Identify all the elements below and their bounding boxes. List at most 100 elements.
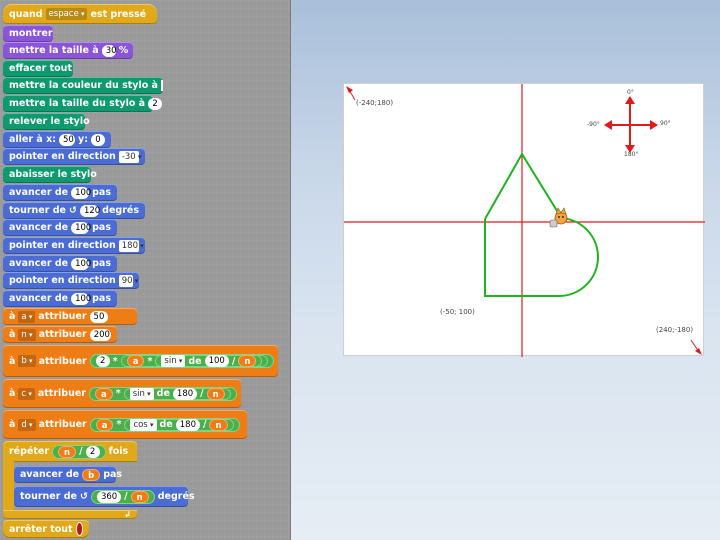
variable-dropdown[interactable]: n [18,328,36,341]
direction-input[interactable]: 90 [118,274,133,287]
number-input[interactable]: 180 [175,418,200,431]
set-pen-color-block[interactable]: mettre la couleur du stylo à [3,77,163,94]
divide-reporter[interactable]: 360 / n [90,489,155,504]
point-direction-block[interactable]: pointer en direction 90 [3,272,139,289]
move-steps-input[interactable]: 100 [71,186,91,199]
pen-color-swatch[interactable] [160,80,163,91]
pen-down-block[interactable]: abaisser le stylo [3,166,97,183]
divide-operator: / [200,388,204,399]
variable-reporter-n[interactable]: n [206,387,225,400]
variable-reporter-n[interactable]: n [238,355,257,367]
to-label: à [9,388,16,399]
stop-all-block[interactable]: arrêter tout [3,520,89,538]
steps-label: pas [92,258,111,269]
multiply-reporter[interactable]: a * sin de 180 / n [89,386,237,401]
repeat-label: répéter [9,446,50,457]
to-label: à [9,311,16,322]
turn-block[interactable]: tourner de ↺ 120 degrés [3,202,145,219]
number-input[interactable]: 180 [172,387,198,400]
x-input[interactable]: 50 [59,133,75,146]
move-block[interactable]: avancer de 100 pas [3,219,117,236]
compass-north-label: 0° [627,89,634,96]
size-input[interactable]: 30 [101,44,117,57]
pen-up-block[interactable]: relever le stylo [3,113,90,130]
sin-reporter[interactable]: sin de 180 / n [123,387,231,400]
repeat-block[interactable]: répéter n / 2 fois [3,441,137,462]
of-label: de [156,388,170,399]
turn-block[interactable]: tourner de ↺ 360 / n degrés [14,486,195,507]
show-block[interactable]: montrer [3,25,53,42]
when-key-pressed-hat[interactable]: quand espace est pressé [3,4,157,24]
pen-size-label: mettre la taille du stylo à [9,98,146,109]
variable-dropdown[interactable]: b [18,355,36,367]
variable-dropdown[interactable]: c [18,387,35,400]
pen-up-label: relever le stylo [9,116,90,127]
point-direction-block[interactable]: pointer en direction 180 [3,237,145,254]
assign-label: attribuer [38,329,87,340]
times-label: fois [108,446,129,457]
variable-reporter-n[interactable]: n [130,490,149,503]
divide-reporter[interactable]: n / 2 [52,444,106,459]
cat-sprite-icon[interactable] [549,207,568,228]
number-input[interactable]: 360 [96,490,122,503]
direction-input[interactable]: -30 [118,150,139,163]
move-steps-input[interactable]: 100 [71,257,91,270]
pen-size-input[interactable]: 2 [148,97,163,110]
y-label: y: [78,134,88,145]
move-block[interactable]: avancer de 100 pas [3,290,117,307]
move-block[interactable]: avancer de b pas [14,466,122,483]
set-variable-block[interactable]: à c attribuer a * sin de 180 / n [3,379,241,408]
variable-reporter-b[interactable]: b [82,468,101,481]
value-input[interactable]: 50 [89,310,109,323]
variable-dropdown[interactable]: d [18,418,36,431]
value-input[interactable]: 200 [89,328,111,341]
to-label: à [9,355,16,367]
scripts-area[interactable]: quand espace est pressé montrer mettre l… [0,0,291,540]
assign-label: attribuer [38,311,87,322]
function-dropdown[interactable]: sin [161,355,186,367]
go-to-block[interactable]: aller à x: 50 y: 0 [3,131,111,148]
variable-reporter-a[interactable]: a [95,418,114,431]
move-label: avancer de [9,258,69,269]
variable-reporter-n[interactable]: n [209,418,228,431]
number-input[interactable]: 100 [204,355,229,367]
multiply-reporter[interactable]: a * sin de 100 / n [120,355,269,367]
multiply-reporter[interactable]: a * cos de 180 / n [89,417,240,432]
assign-label: attribuer [38,355,87,367]
move-steps-input[interactable]: 100 [71,221,91,234]
steps-label: pas [92,222,111,233]
move-steps-input[interactable]: 100 [71,292,91,305]
steps-label: pas [92,187,111,198]
set-variable-block[interactable]: à n attribuer 200 [3,326,117,343]
function-dropdown[interactable]: cos [130,418,157,431]
number-input[interactable]: 2 [85,445,100,458]
set-size-block[interactable]: mettre la taille à 30 % [3,42,133,59]
variable-dropdown[interactable]: a [18,310,36,323]
set-variable-block[interactable]: à b attribuer 2 * a * sin de 100 / n [3,345,278,377]
set-variable-block[interactable]: à d attribuer a * cos de 180 / n [3,410,247,439]
stage[interactable]: (-240;180) (-50; 100) (240;-180) 0° 90° … [343,83,705,357]
point-direction-block[interactable]: pointer en direction -30 [3,148,145,165]
move-block[interactable]: avancer de 100 pas [3,184,117,201]
variable-reporter-n[interactable]: n [58,445,77,458]
to-label: à [9,329,16,340]
turn-input[interactable]: 120 [79,204,100,217]
set-pen-size-block[interactable]: mettre la taille du stylo à 2 [3,95,163,112]
clear-block[interactable]: effacer tout [3,60,73,77]
variable-reporter-a[interactable]: a [95,387,113,400]
pen-color-label: mettre la couleur du stylo à [9,80,158,91]
move-label: avancer de [9,293,69,304]
y-input[interactable]: 0 [91,133,105,146]
sin-reporter[interactable]: sin de 100 / n [155,355,263,367]
bottom-right-arrowhead [695,348,702,355]
set-variable-block[interactable]: à a attribuer 50 [3,308,137,325]
function-dropdown[interactable]: sin [129,387,154,400]
multiply-reporter[interactable]: 2 * a * sin de 100 / n [89,354,275,368]
direction-input[interactable]: 180 [118,239,139,252]
move-block[interactable]: avancer de 100 pas [3,255,117,272]
of-label: de [188,355,202,367]
variable-reporter-a[interactable]: a [126,355,145,367]
cos-reporter[interactable]: cos de 180 / n [124,418,234,431]
number-input[interactable]: 2 [95,355,110,367]
key-dropdown[interactable]: espace [45,8,88,20]
